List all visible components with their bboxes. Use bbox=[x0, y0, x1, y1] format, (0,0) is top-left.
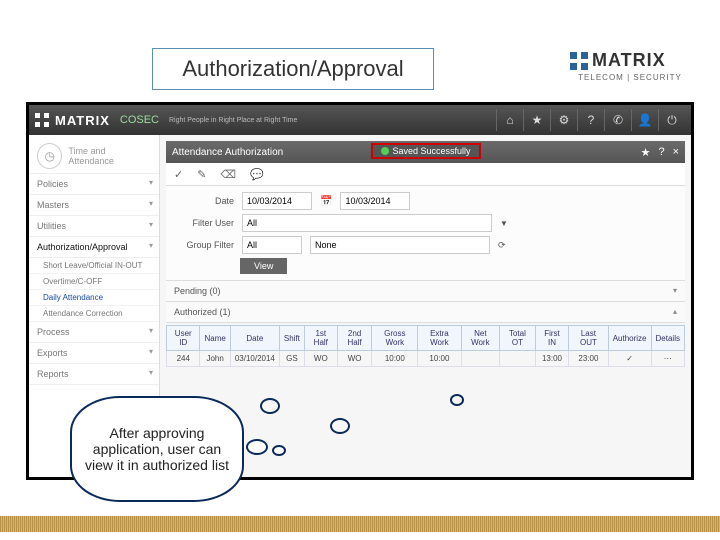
filter-user-select[interactable] bbox=[242, 214, 492, 232]
sidebar-group-reports[interactable]: Reports bbox=[29, 364, 159, 385]
date-label: Date bbox=[174, 196, 234, 206]
col-date[interactable]: Date bbox=[230, 326, 279, 351]
sidebar-sub-attendance-correction[interactable]: Attendance Correction bbox=[29, 306, 159, 322]
app-brand-word: MATRIX bbox=[55, 113, 110, 128]
sidebar-group-process[interactable]: Process bbox=[29, 322, 159, 343]
col-shift[interactable]: Shift bbox=[279, 326, 304, 351]
user-icon[interactable]: 👤 bbox=[631, 109, 658, 131]
col-1st-half[interactable]: 1st Half bbox=[304, 326, 337, 351]
close-icon[interactable]: × bbox=[673, 146, 679, 159]
toolbar: ✓ ✎ ⌫ 💬 bbox=[166, 163, 685, 186]
footer-strip bbox=[0, 516, 720, 532]
col-net-work[interactable]: Net Work bbox=[461, 326, 499, 351]
col-2nd-half[interactable]: 2nd Half bbox=[337, 326, 372, 351]
filters-panel: Date 📅 Filter User ▼ Group Filter ⟳ View bbox=[166, 186, 685, 281]
accordion-authorized[interactable]: Authorized (1) ▴ bbox=[166, 302, 685, 323]
slide-title-text: Authorization/Approval bbox=[182, 56, 403, 82]
edit-icon[interactable]: ✎ bbox=[197, 168, 206, 181]
phone-icon[interactable]: ✆ bbox=[604, 109, 631, 131]
sidebar-group-authorization[interactable]: Authorization/Approval bbox=[29, 237, 159, 258]
sidebar-module-label: Time and Attendance bbox=[68, 146, 151, 166]
date-from-input[interactable] bbox=[242, 192, 312, 210]
callout-bubble-icon bbox=[450, 394, 464, 406]
panel-help-icon[interactable]: ? bbox=[658, 146, 664, 159]
comment-icon[interactable]: 💬 bbox=[250, 168, 264, 181]
sidebar-group-exports[interactable]: Exports bbox=[29, 343, 159, 364]
clock-icon: ◷ bbox=[37, 143, 62, 169]
col-last-out[interactable]: Last OUT bbox=[569, 326, 609, 351]
brand-logo-subtitle: TELECOM | SECURITY bbox=[570, 73, 690, 82]
pin-icon[interactable]: ★ bbox=[641, 146, 651, 159]
app-brand: MATRIX COSEC Right People in Right Place… bbox=[35, 113, 297, 128]
col-first-in[interactable]: First IN bbox=[535, 326, 568, 351]
save-icon[interactable]: ✓ bbox=[174, 168, 183, 181]
calendar-icon[interactable]: 📅 bbox=[320, 196, 332, 207]
col-total-ot[interactable]: Total OT bbox=[500, 326, 536, 351]
view-button[interactable]: View bbox=[240, 258, 287, 274]
group-filter-select[interactable] bbox=[242, 236, 302, 254]
power-icon[interactable]: ⏻ bbox=[658, 109, 685, 131]
sidebar-sub-short-leave[interactable]: Short Leave/Official IN-OUT bbox=[29, 258, 159, 274]
callout-bubble-icon bbox=[260, 398, 280, 414]
sidebar-module[interactable]: ◷ Time and Attendance bbox=[29, 139, 159, 174]
filter-refresh-icon[interactable]: ⟳ bbox=[498, 240, 506, 251]
accordion-authorized-label: Authorized (1) bbox=[174, 307, 231, 317]
sidebar-sub-overtime[interactable]: Overtime/C-OFF bbox=[29, 274, 159, 290]
chevron-up-icon: ▴ bbox=[673, 307, 677, 317]
brand-logo-icon bbox=[570, 52, 588, 70]
app-brand-icon bbox=[35, 113, 49, 127]
authorized-table: User ID Name Date Shift 1st Half 2nd Hal… bbox=[166, 325, 685, 367]
authorize-checkbox[interactable]: ✓ bbox=[608, 351, 651, 367]
toast-saved: Saved Successfully bbox=[370, 143, 480, 159]
col-gross-work[interactable]: Gross Work bbox=[372, 326, 418, 351]
sidebar-group-policies[interactable]: Policies bbox=[29, 174, 159, 195]
callout-text: After approving application, user can vi… bbox=[82, 425, 232, 473]
accordion-pending-label: Pending (0) bbox=[174, 286, 221, 296]
home-icon[interactable]: ⌂ bbox=[496, 109, 523, 131]
app-name: COSEC bbox=[120, 114, 159, 126]
date-to-input[interactable] bbox=[340, 192, 410, 210]
brand-logo-block: MATRIX TELECOM | SECURITY bbox=[570, 50, 690, 82]
callout-cloud: After approving application, user can vi… bbox=[70, 396, 244, 502]
accordion-pending[interactable]: Pending (0) ▾ bbox=[166, 281, 685, 302]
slide-title: Authorization/Approval bbox=[152, 48, 434, 90]
col-details[interactable]: Details bbox=[651, 326, 685, 351]
toast-text: Saved Successfully bbox=[392, 146, 470, 156]
gear-icon[interactable]: ⚙ bbox=[550, 109, 577, 131]
table-row[interactable]: 244 John 03/10/2014 GS WO WO 10:00 10:00… bbox=[167, 351, 685, 367]
erase-icon[interactable]: ⌫ bbox=[220, 168, 236, 181]
chevron-down-icon: ▾ bbox=[673, 286, 677, 296]
help-icon[interactable]: ? bbox=[577, 109, 604, 131]
success-dot-icon bbox=[380, 147, 388, 155]
brand-logo-word: MATRIX bbox=[592, 50, 666, 71]
col-extra-work[interactable]: Extra Work bbox=[418, 326, 461, 351]
star-icon[interactable]: ★ bbox=[523, 109, 550, 131]
details-button[interactable]: ⋯ bbox=[651, 351, 685, 367]
filter-user-label: Filter User bbox=[174, 218, 234, 228]
group-filter-label: Group Filter bbox=[174, 240, 234, 250]
col-authorize[interactable]: Authorize bbox=[608, 326, 651, 351]
app-tagline: Right People in Right Place at Right Tim… bbox=[169, 117, 297, 124]
callout-bubble-icon bbox=[330, 418, 350, 434]
panel-header: Attendance Authorization Saved Successfu… bbox=[166, 141, 685, 163]
panel-title: Attendance Authorization bbox=[172, 147, 283, 158]
group-filter-extra[interactable] bbox=[310, 236, 490, 254]
sidebar-group-utilities[interactable]: Utilities bbox=[29, 216, 159, 237]
chevron-down-icon[interactable]: ▼ bbox=[500, 219, 508, 228]
col-user-id[interactable]: User ID bbox=[167, 326, 200, 351]
sidebar-group-masters[interactable]: Masters bbox=[29, 195, 159, 216]
sidebar-sub-daily-attendance[interactable]: Daily Attendance bbox=[29, 290, 159, 306]
col-name[interactable]: Name bbox=[200, 326, 230, 351]
app-topbar: MATRIX COSEC Right People in Right Place… bbox=[29, 105, 691, 135]
